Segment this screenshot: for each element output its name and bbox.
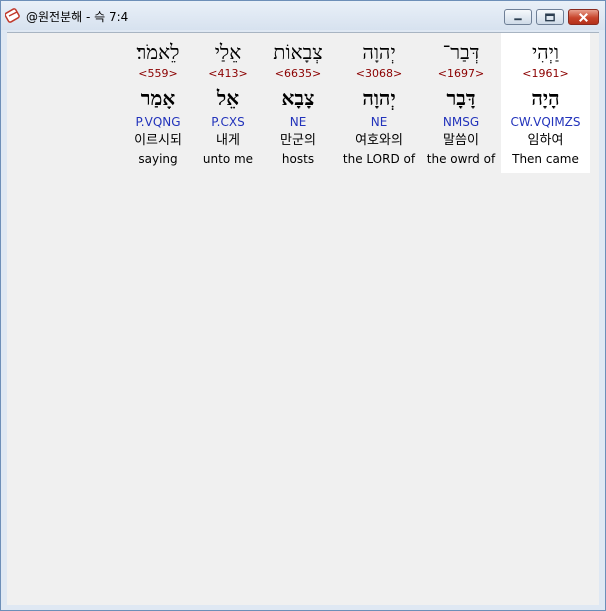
strong-number[interactable]: <1961> [501,67,590,81]
english-gloss: hosts [281,152,315,166]
maximize-button[interactable] [536,9,564,25]
close-button[interactable] [568,9,599,25]
parsing-code: NMSG [442,115,480,129]
strong-number[interactable]: <6635> [262,67,334,81]
korean-gloss: 말씀이 [443,133,479,148]
strong-number[interactable]: <3068> [340,67,418,81]
hebrew-word: לֵאמֹר׃ [136,40,180,64]
korean-gloss: 내게 [216,133,240,148]
app-icon [5,8,20,23]
word-column[interactable]: וַיְהִי <1961> הָיָה CW.VQIMZS 임하여 Then … [501,33,590,173]
parsing-code: NE [370,115,388,129]
hebrew-word: אֵלַי [214,40,242,64]
english-gloss: unto me [202,152,254,166]
english-gloss: the LORD of [342,152,416,166]
window-title: @원전분해 - 슥 7:4 [26,10,129,24]
interlinear-panel: וַיְהִי <1961> הָיָה CW.VQIMZS 임하여 Then … [7,32,599,605]
word-column[interactable]: דְּבַר־ <1697> דָּבָר NMSG 말씀이 the owrd … [425,33,497,173]
hebrew-word: צְבָאוֹת [273,40,323,64]
hebrew-word: יְהוָה [362,40,396,64]
word-column[interactable]: צְבָאוֹת <6635> צָבָא NE 만군의 hosts [262,33,334,173]
word-column[interactable]: לֵאמֹר׃ <559> אָמַר P.VQNG 이르시되 saying [123,33,193,173]
strong-number[interactable]: <413> [200,67,256,81]
minimize-icon [514,18,522,21]
korean-gloss: 임하여 [527,133,564,148]
english-gloss: the owrd of [426,152,496,166]
parsing-code: P.CXS [211,115,245,129]
main-window: @원전분해 - 슥 7:4 וַיְהִי <1961> הָיָה CW.VQ… [0,0,606,611]
english-gloss: Then came [512,152,579,166]
hebrew-word: וַיְהִי [531,40,560,64]
title-bar[interactable]: @원전분해 - 슥 7:4 [1,1,605,30]
strong-number[interactable]: <1697> [425,67,497,81]
parsing-code: P.VQNG [135,115,181,129]
hebrew-lemma: יְהוָה [362,86,396,110]
hebrew-lemma: דָּבָר [446,86,476,110]
hebrew-word: דְּבַר־ [442,40,480,64]
parsing-code: CW.VQIMZS [510,115,581,129]
maximize-icon [545,13,555,22]
hebrew-lemma: אָמַר [140,86,176,110]
hebrew-lemma: אֵל [216,86,240,110]
minimize-button[interactable] [504,9,532,25]
korean-gloss: 만군의 [280,133,316,148]
hebrew-lemma: צָבָא [281,86,315,110]
word-column[interactable]: אֵלַי <413> אֵל P.CXS 내게 unto me [200,33,256,173]
strong-number[interactable]: <559> [123,67,193,81]
word-column[interactable]: יְהוָה <3068> יְהוָה NE 여호와의 the LORD of [340,33,418,173]
korean-gloss: 여호와의 [355,133,403,148]
korean-gloss: 이르시되 [134,133,182,148]
hebrew-lemma: הָיָה [531,86,560,110]
close-icon [579,13,588,22]
parsing-code: NE [289,115,307,129]
english-gloss: saying [138,152,178,166]
